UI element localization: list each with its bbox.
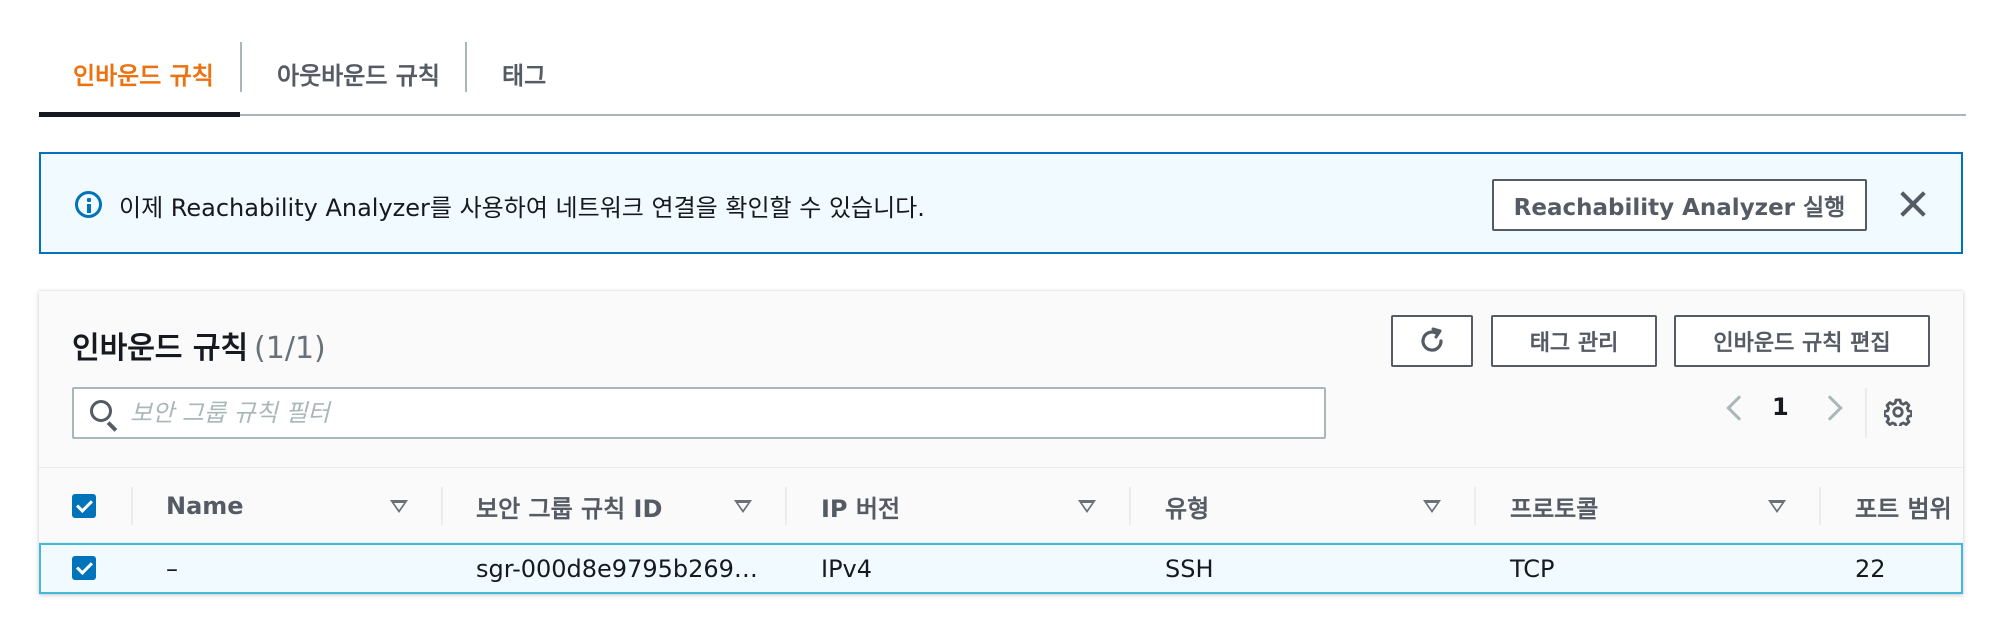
tab-bar: 인바운드 규칙 아웃바운드 규칙 태그 bbox=[39, 30, 1966, 117]
column-header-port-range[interactable]: 포트 범위 bbox=[1855, 468, 1952, 544]
tab-outbound-rules[interactable]: 아웃바운드 규칙 bbox=[277, 30, 440, 116]
table-header: Name 보안 그룹 규칙 ID IP 버전 유형 프로토콜 포트 범위 bbox=[39, 467, 1963, 543]
inbound-rules-panel: 인바운드 규칙(1/1) 태그 관리 인바운드 규칙 편집 1 Name 보안 … bbox=[39, 290, 1963, 594]
refresh-button[interactable] bbox=[1391, 315, 1473, 367]
edit-inbound-rules-button[interactable]: 인바운드 규칙 편집 bbox=[1674, 315, 1930, 367]
cell-protocol: TCP bbox=[1510, 554, 1555, 583]
sort-icon[interactable] bbox=[1423, 500, 1441, 513]
gear-icon[interactable] bbox=[1884, 398, 1912, 426]
cell-name: – bbox=[166, 554, 178, 583]
manage-tags-button[interactable]: 태그 관리 bbox=[1491, 315, 1657, 367]
column-divider bbox=[441, 487, 443, 525]
column-divider bbox=[1819, 487, 1821, 525]
cell-rule-id: sgr-000d8e9795b269… bbox=[476, 554, 758, 583]
info-banner: 이제 Reachability Analyzer를 사용하여 네트워크 연결을 … bbox=[39, 152, 1963, 254]
rule-filter bbox=[72, 387, 1326, 439]
info-icon bbox=[75, 191, 102, 218]
column-divider bbox=[1474, 487, 1476, 525]
tab-divider bbox=[240, 42, 242, 92]
column-divider bbox=[131, 487, 133, 525]
search-input[interactable] bbox=[130, 397, 1310, 429]
panel-title: 인바운드 규칙 (1/1) bbox=[72, 323, 326, 367]
sort-icon[interactable] bbox=[734, 500, 752, 513]
tab-inbound-rules[interactable]: 인바운드 규칙 bbox=[73, 30, 214, 116]
column-header-ip-version[interactable]: IP 버전 bbox=[821, 468, 900, 544]
cell-ip-version: IPv4 bbox=[821, 554, 873, 583]
cell-port-range: 22 bbox=[1855, 554, 1886, 583]
panel-title-text: 인바운드 규칙 bbox=[72, 331, 249, 366]
row-checkbox[interactable] bbox=[72, 556, 96, 580]
column-divider bbox=[785, 487, 787, 525]
page-number[interactable]: 1 bbox=[1772, 393, 1789, 421]
column-header-rule-id[interactable]: 보안 그룹 규칙 ID bbox=[476, 468, 662, 544]
cell-type: SSH bbox=[1165, 554, 1214, 583]
sort-icon[interactable] bbox=[1078, 500, 1096, 513]
search-icon bbox=[90, 400, 112, 422]
column-header-protocol[interactable]: 프로토콜 bbox=[1510, 468, 1598, 544]
select-all-checkbox[interactable] bbox=[72, 494, 96, 518]
run-reachability-analyzer-button[interactable]: Reachability Analyzer 실행 bbox=[1492, 179, 1867, 231]
close-icon[interactable] bbox=[1899, 190, 1927, 218]
column-header-type[interactable]: 유형 bbox=[1165, 468, 1209, 544]
table-row[interactable]: – sgr-000d8e9795b269… IPv4 SSH TCP 22 bbox=[39, 543, 1963, 594]
column-header-name[interactable]: Name bbox=[166, 468, 244, 544]
sort-icon[interactable] bbox=[1768, 500, 1786, 513]
refresh-icon bbox=[1421, 327, 1443, 352]
rule-count: (1/1) bbox=[254, 331, 326, 366]
sort-icon[interactable] bbox=[390, 500, 408, 513]
pager-divider bbox=[1865, 388, 1867, 438]
column-divider bbox=[1129, 487, 1131, 525]
active-tab-indicator bbox=[39, 112, 240, 117]
tab-divider bbox=[465, 42, 467, 92]
tab-tags[interactable]: 태그 bbox=[502, 30, 546, 116]
banner-message: 이제 Reachability Analyzer를 사용하여 네트워크 연결을 … bbox=[119, 194, 925, 222]
